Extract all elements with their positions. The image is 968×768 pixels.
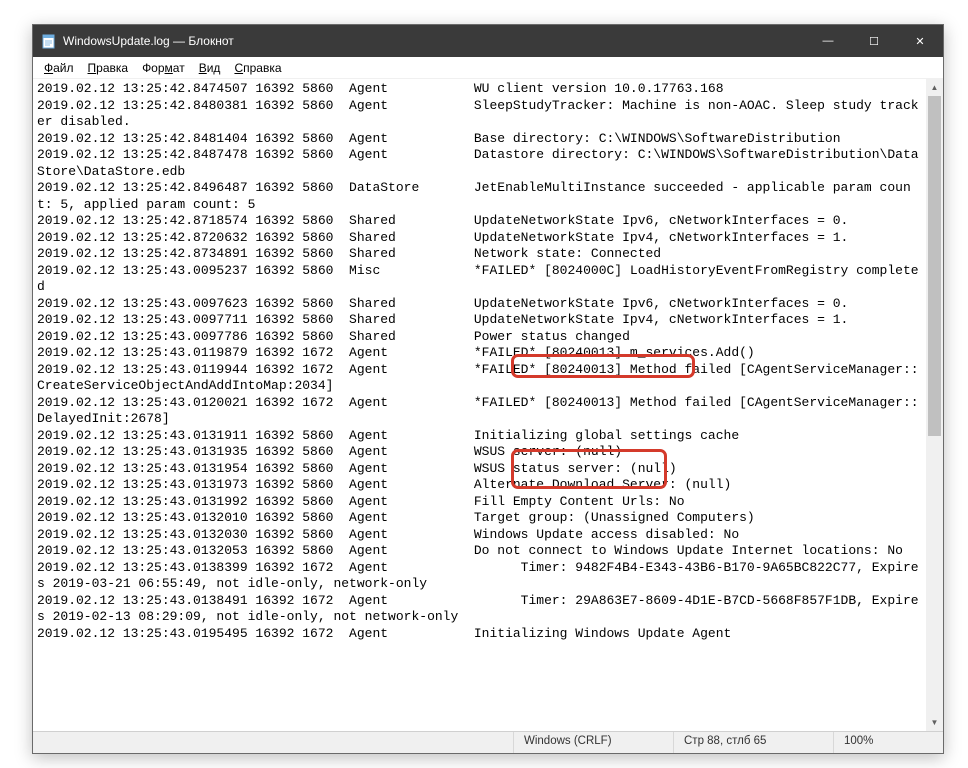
window-title: WindowsUpdate.log — Блокнот: [63, 34, 805, 48]
content-area: 2019.02.12 13:25:42.8474507 16392 5860 A…: [33, 79, 943, 731]
titlebar[interactable]: WindowsUpdate.log — Блокнот — ☐ ✕: [33, 25, 943, 57]
close-button[interactable]: ✕: [897, 25, 943, 57]
maximize-button[interactable]: ☐: [851, 25, 897, 57]
notepad-window: WindowsUpdate.log — Блокнот — ☐ ✕ Файл П…: [32, 24, 944, 754]
scroll-down-arrow-icon[interactable]: ▼: [926, 714, 943, 731]
menu-file[interactable]: Файл: [37, 59, 81, 77]
minimize-button[interactable]: —: [805, 25, 851, 57]
menu-view[interactable]: Вид: [192, 59, 228, 77]
status-encoding: Windows (CRLF): [513, 732, 673, 753]
vertical-scrollbar[interactable]: ▲ ▼: [926, 79, 943, 731]
status-zoom: 100%: [833, 732, 943, 753]
notepad-icon: [41, 33, 57, 49]
scroll-up-arrow-icon[interactable]: ▲: [926, 79, 943, 96]
status-position: Стр 88, стлб 65: [673, 732, 833, 753]
menu-format[interactable]: Формат: [135, 59, 192, 77]
scrollbar-track[interactable]: [926, 96, 943, 714]
statusbar: Windows (CRLF) Стр 88, стлб 65 100%: [33, 731, 943, 753]
statusbar-spacer: [33, 732, 513, 753]
menu-help[interactable]: Справка: [227, 59, 288, 77]
menubar: Файл Правка Формат Вид Справка: [33, 57, 943, 79]
scrollbar-thumb[interactable]: [928, 96, 941, 436]
text-editor[interactable]: 2019.02.12 13:25:42.8474507 16392 5860 A…: [37, 81, 925, 729]
menu-edit[interactable]: Правка: [81, 59, 136, 77]
